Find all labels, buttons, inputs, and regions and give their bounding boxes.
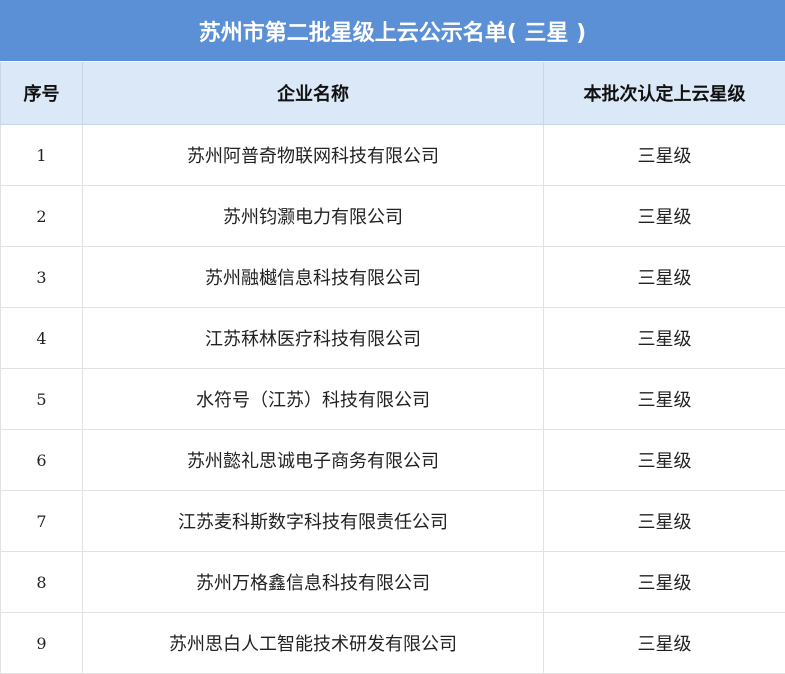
- row-number: 7: [1, 491, 83, 552]
- company-name: 江苏麦科斯数字科技有限责任公司: [83, 491, 544, 552]
- star-level: 三星级: [544, 186, 785, 247]
- company-name: 水符号（江苏）科技有限公司: [83, 369, 544, 430]
- table-row: 5 水符号（江苏）科技有限公司 三星级: [1, 369, 785, 430]
- row-number: 3: [1, 247, 83, 308]
- star-level: 三星级: [544, 552, 785, 613]
- star-level: 三星级: [544, 613, 785, 674]
- table-header-row: 序号 企业名称 本批次认定上云星级: [1, 62, 785, 125]
- table-row: 1 苏州阿普奇物联网科技有限公司 三星级: [1, 125, 785, 186]
- table-row: 6 苏州懿礼思诚电子商务有限公司 三星级: [1, 430, 785, 491]
- company-table: 序号 企业名称 本批次认定上云星级 1 苏州阿普奇物联网科技有限公司 三星级 2…: [0, 62, 785, 674]
- company-name: 苏州阿普奇物联网科技有限公司: [83, 125, 544, 186]
- row-number: 4: [1, 308, 83, 369]
- row-number: 6: [1, 430, 83, 491]
- row-number: 8: [1, 552, 83, 613]
- star-level: 三星级: [544, 369, 785, 430]
- column-header-company-name: 企业名称: [83, 62, 544, 125]
- company-name: 苏州融樾信息科技有限公司: [83, 247, 544, 308]
- star-level: 三星级: [544, 491, 785, 552]
- column-header-cloud-star-level: 本批次认定上云星级: [544, 62, 785, 125]
- row-number: 5: [1, 369, 83, 430]
- company-name: 江苏秝林医疗科技有限公司: [83, 308, 544, 369]
- table-row: 4 江苏秝林医疗科技有限公司 三星级: [1, 308, 785, 369]
- company-name: 苏州万格鑫信息科技有限公司: [83, 552, 544, 613]
- star-level: 三星级: [544, 247, 785, 308]
- announcement-sheet: 苏州市第二批星级上云公示名单( 三星 ) 序号 企业名称 本批次认定上云星级 1…: [0, 0, 785, 665]
- table-row: 8 苏州万格鑫信息科技有限公司 三星级: [1, 552, 785, 613]
- star-level: 三星级: [544, 430, 785, 491]
- company-name: 苏州懿礼思诚电子商务有限公司: [83, 430, 544, 491]
- star-level: 三星级: [544, 308, 785, 369]
- row-number: 1: [1, 125, 83, 186]
- page-title: 苏州市第二批星级上云公示名单( 三星 ): [0, 0, 785, 62]
- star-level: 三星级: [544, 125, 785, 186]
- table-row: 7 江苏麦科斯数字科技有限责任公司 三星级: [1, 491, 785, 552]
- row-number: 9: [1, 613, 83, 674]
- company-name: 苏州钧灏电力有限公司: [83, 186, 544, 247]
- table-row: 9 苏州思白人工智能技术研发有限公司 三星级: [1, 613, 785, 674]
- row-number: 2: [1, 186, 83, 247]
- table-row: 3 苏州融樾信息科技有限公司 三星级: [1, 247, 785, 308]
- column-header-number: 序号: [1, 62, 83, 125]
- company-name: 苏州思白人工智能技术研发有限公司: [83, 613, 544, 674]
- table-row: 2 苏州钧灏电力有限公司 三星级: [1, 186, 785, 247]
